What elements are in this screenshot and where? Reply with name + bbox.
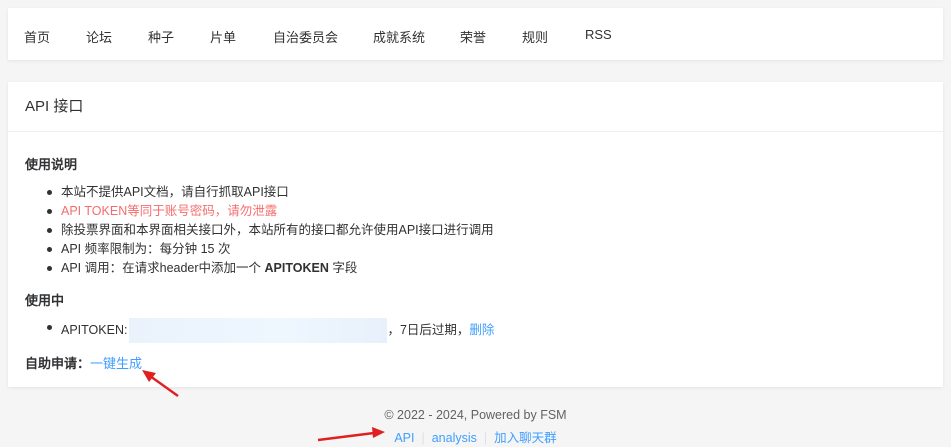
usage-item: API 频率限制为：每分钟 15 次	[8, 240, 494, 259]
footer-chat-link[interactable]: 加入聊天群	[494, 431, 557, 445]
usage-list: 本站不提供API文档，请自行抓取API接口 API TOKEN等同于账号密码，请…	[8, 183, 494, 278]
nav-rss[interactable]: RSS	[585, 27, 612, 42]
self-apply-row: 自助申请：一键生成	[25, 353, 142, 372]
top-nav: 首页 论坛 种子 片单 自治委员会 成就系统 荣誉 规则 RSS	[8, 8, 943, 60]
footer-copyright: © 2022 - 2024, Powered by FSM	[384, 408, 567, 422]
footer-api-link[interactable]: API	[394, 431, 414, 445]
nav-torrents[interactable]: 种子	[148, 27, 174, 46]
self-apply-label: 自助申请：	[25, 356, 91, 371]
nav-honors[interactable]: 荣誉	[460, 27, 486, 46]
nav-home[interactable]: 首页	[24, 27, 50, 46]
usage-item: 除投票界面和本界面相关接口外，本站所有的接口都允许使用API接口进行调用	[8, 221, 494, 240]
header-prefix: API 调用：在请求header中添加一个	[61, 261, 265, 275]
nav-achievements[interactable]: 成就系统	[373, 27, 425, 46]
usage-item-header: API 调用：在请求header中添加一个 APITOKEN 字段	[8, 259, 494, 278]
footer-analysis-link[interactable]: analysis	[432, 431, 477, 445]
header-suffix: 字段	[328, 261, 358, 275]
footer-links: API | analysis | 加入聊天群	[0, 427, 951, 446]
nav-playlists[interactable]: 片单	[210, 27, 236, 46]
token-list: APITOKEN: ，7日后过期，删除	[8, 318, 494, 343]
usage-item-warning: API TOKEN等同于账号密码，请勿泄露	[8, 202, 494, 221]
token-row: APITOKEN: ，7日后过期，删除	[8, 318, 494, 343]
header-key: APITOKEN	[264, 261, 329, 275]
token-label: APITOKEN:	[61, 322, 128, 337]
api-card: API 接口 使用说明 本站不提供API文档，请自行抓取API接口 API TO…	[8, 82, 943, 387]
footer-divider: |	[483, 431, 488, 445]
nav-rules[interactable]: 规则	[522, 27, 548, 46]
nav-forum[interactable]: 论坛	[86, 27, 112, 46]
token-expire-text: ，7日后过期，	[387, 322, 470, 337]
in-use-title: 使用中	[25, 293, 65, 308]
token-value-redacted[interactable]	[129, 318, 388, 343]
card-title: API 接口	[8, 82, 943, 132]
generate-token-link[interactable]: 一键生成	[90, 356, 142, 371]
usage-item: 本站不提供API文档，请自行抓取API接口	[8, 183, 494, 202]
nav-committee[interactable]: 自治委员会	[273, 27, 338, 46]
footer-divider: |	[421, 431, 425, 445]
usage-title: 使用说明	[25, 157, 78, 172]
delete-token-link[interactable]: 删除	[469, 323, 494, 337]
